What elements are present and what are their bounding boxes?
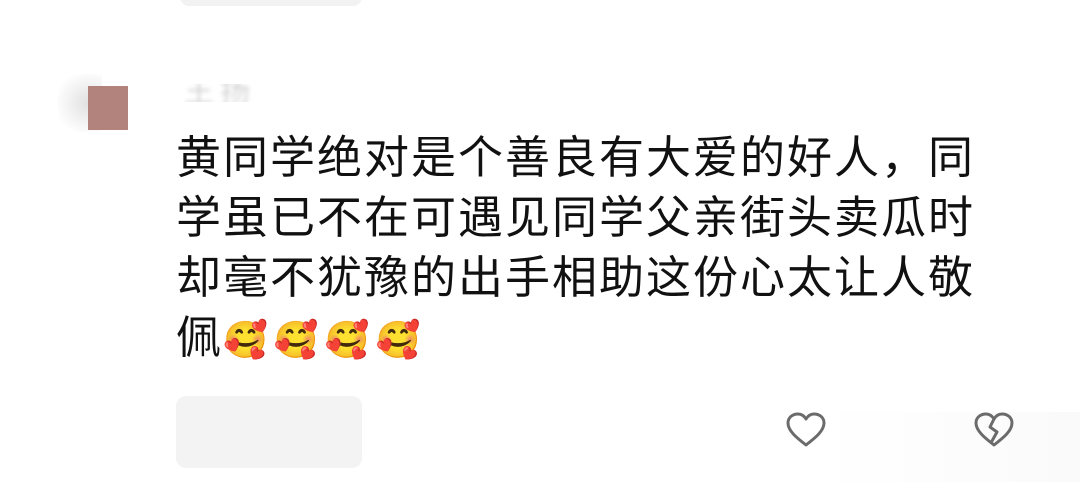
comment-body: 黄同学绝对是个善良有大爱的好人，同学虽已不在可遇见同学父亲街头卖瓜时却毫不犹豫的… bbox=[176, 128, 1006, 371]
broken-heart-outline-icon bbox=[974, 412, 1014, 447]
emoji-group: 🥰🥰🥰🥰 bbox=[223, 320, 427, 361]
like-button[interactable] bbox=[784, 408, 828, 452]
username[interactable]: 王扬 bbox=[184, 84, 354, 102]
action-bar-background bbox=[820, 412, 1080, 482]
avatar-image bbox=[88, 86, 128, 130]
dislike-button[interactable] bbox=[972, 408, 1016, 452]
username-text: 王扬 bbox=[184, 84, 256, 102]
heart-outline-icon bbox=[786, 412, 826, 447]
previous-comment-placeholder bbox=[180, 0, 362, 6]
avatar[interactable] bbox=[58, 74, 128, 132]
reply-input-placeholder[interactable] bbox=[176, 396, 362, 468]
